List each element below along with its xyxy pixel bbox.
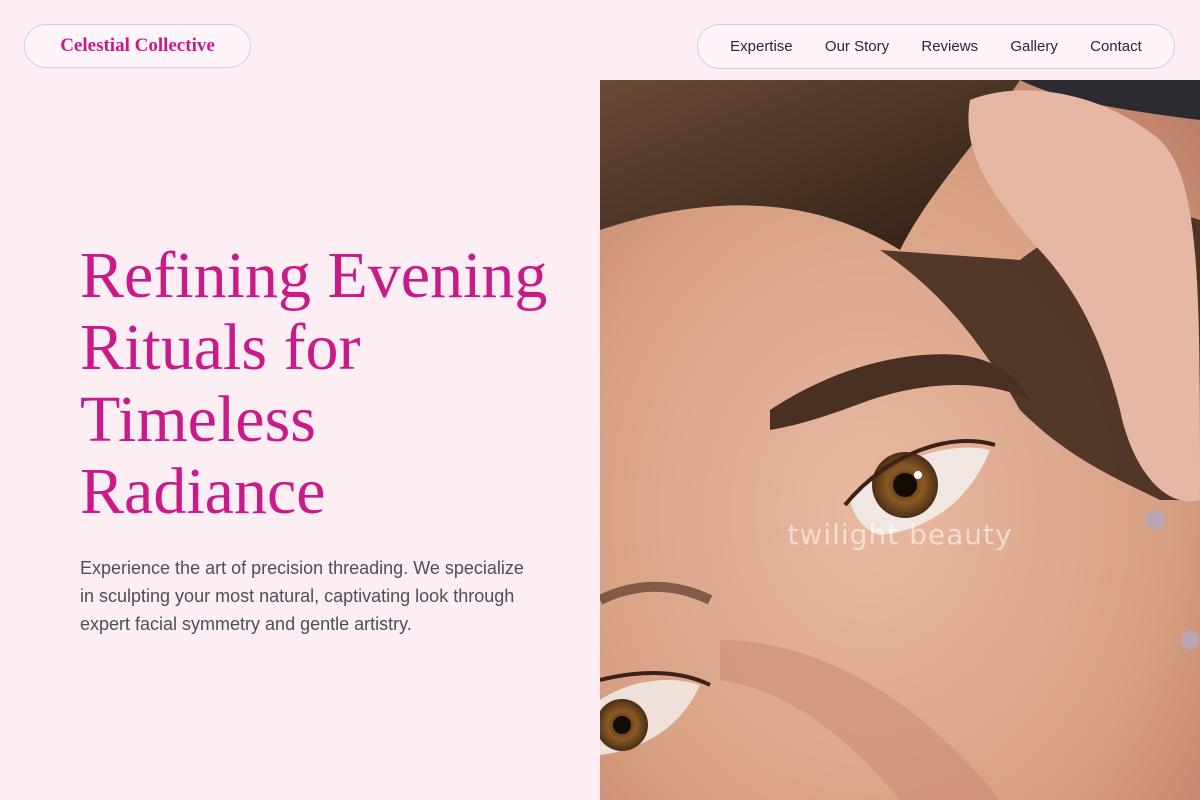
- nav-link-gallery[interactable]: Gallery: [1010, 38, 1058, 55]
- main-nav: Expertise Our Story Reviews Gallery Cont…: [697, 24, 1175, 69]
- image-watermark: twilight beauty: [787, 518, 1013, 551]
- nav-link-our-story[interactable]: Our Story: [825, 38, 889, 55]
- brand-name: Celestial Collective: [60, 35, 215, 56]
- hero-text: Refining Evening Rituals for Timeless Ra…: [80, 240, 550, 656]
- face-closeup-illustration: [600, 80, 1200, 800]
- hero-headline: Refining Evening Rituals for Timeless Ra…: [80, 239, 548, 528]
- nav-link-expertise[interactable]: Expertise: [730, 38, 793, 55]
- nav-link-reviews[interactable]: Reviews: [921, 38, 978, 55]
- logo[interactable]: Celestial Collective: [24, 24, 251, 68]
- nav-link-contact[interactable]: Contact: [1090, 38, 1142, 55]
- hero-image: twilight beauty: [600, 80, 1200, 800]
- hero-subtext: Experience the art of precision threadin…: [80, 558, 524, 634]
